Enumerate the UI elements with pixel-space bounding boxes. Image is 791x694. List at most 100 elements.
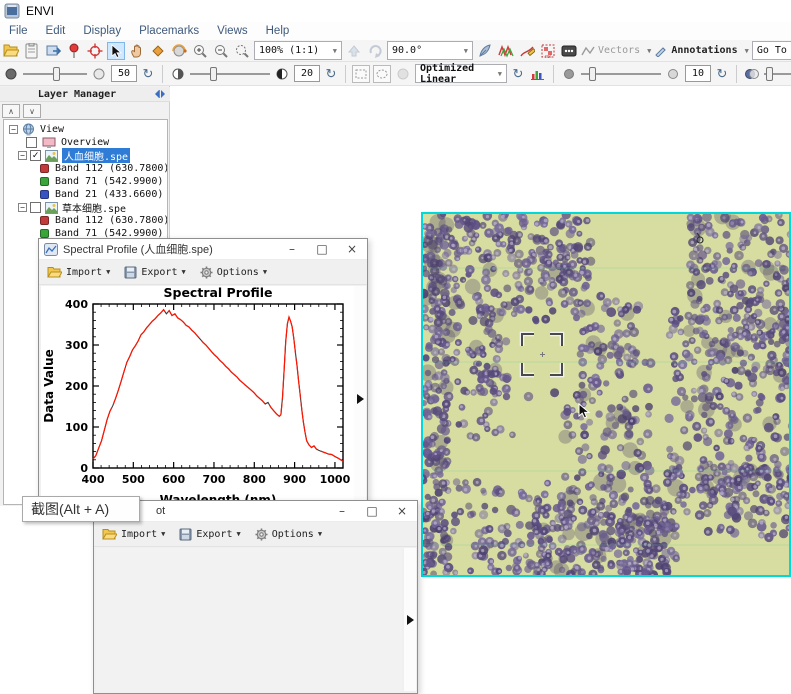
dock-pin-icon[interactable] bbox=[154, 89, 166, 99]
plot-window-titlebar[interactable]: ot – □ × bbox=[94, 501, 417, 522]
green-band-chip-icon bbox=[40, 177, 49, 186]
roi-tool-icon[interactable]: roi bbox=[539, 42, 557, 60]
placemark-pin-icon[interactable] bbox=[65, 42, 83, 60]
orbit-tool-icon[interactable] bbox=[170, 42, 188, 60]
options-menu-button[interactable]: Options▼ bbox=[255, 528, 322, 541]
sharpen-high-icon bbox=[664, 65, 682, 83]
pan-hand-icon[interactable] bbox=[128, 42, 146, 60]
menu-display[interactable]: Display bbox=[74, 25, 130, 37]
vectors-icon bbox=[581, 45, 595, 57]
draw-tool-icon[interactable] bbox=[518, 42, 536, 60]
maximize-button[interactable]: □ bbox=[357, 501, 387, 521]
contrast-slider[interactable] bbox=[190, 66, 270, 82]
sharpen-slider[interactable] bbox=[581, 66, 661, 82]
tree-item-band[interactable]: Band 112 (630.7800) bbox=[40, 214, 168, 227]
chip-view-icon[interactable] bbox=[44, 42, 62, 60]
maximize-button[interactable]: □ bbox=[307, 239, 337, 259]
contrast-reset-icon[interactable]: ↻ bbox=[323, 66, 339, 82]
chevron-down-icon: ▼ bbox=[236, 530, 240, 538]
raster-file-icon bbox=[45, 202, 58, 214]
fly-tool-icon[interactable] bbox=[149, 42, 167, 60]
brightness-input[interactable] bbox=[111, 65, 137, 82]
brightness-slider[interactable] bbox=[23, 66, 87, 82]
image-view-canvas[interactable] bbox=[421, 212, 791, 577]
chevron-down-icon: ▼ bbox=[333, 47, 337, 55]
zoom-level-combobox[interactable]: 100% (1:1)▼ bbox=[254, 41, 342, 60]
sharpen-reset-icon[interactable]: ↻ bbox=[714, 66, 730, 82]
brightness-reset-icon[interactable]: ↻ bbox=[140, 66, 156, 82]
zoom-box-icon[interactable] bbox=[233, 42, 251, 60]
main-toolbar: 100% (1:1)▼ 90.0°▼ roi Vectors▼ Annotati… bbox=[0, 40, 791, 62]
options-menu-button[interactable]: Options▼ bbox=[200, 266, 267, 279]
transparency-slider[interactable] bbox=[764, 66, 791, 82]
file2-checkbox[interactable] bbox=[30, 202, 41, 213]
select-cursor-icon[interactable] bbox=[107, 42, 125, 60]
file1-checkbox[interactable]: ✓ bbox=[30, 150, 41, 161]
tree-item-file2[interactable]: − 草本细胞.spe bbox=[18, 201, 126, 214]
layer-manager-header[interactable]: Layer Manager bbox=[0, 87, 170, 102]
sharpen-input[interactable] bbox=[685, 65, 711, 82]
vectors-dropdown[interactable]: Vectors▼ bbox=[581, 45, 651, 57]
minimize-button[interactable]: – bbox=[277, 239, 307, 259]
data-manager-icon[interactable] bbox=[23, 42, 41, 60]
stretch-reset-icon[interactable]: ↻ bbox=[510, 66, 526, 82]
rotate-up-icon[interactable] bbox=[345, 42, 363, 60]
chevron-down-icon: ▼ bbox=[181, 268, 185, 276]
minimize-button[interactable]: – bbox=[327, 501, 357, 521]
svg-text:700: 700 bbox=[202, 473, 225, 486]
collapse-expander-icon[interactable]: − bbox=[18, 203, 27, 212]
menu-views[interactable]: Views bbox=[208, 25, 256, 37]
collapse-expander-icon[interactable]: − bbox=[18, 151, 27, 160]
plot-params-expander[interactable] bbox=[354, 286, 366, 511]
goto-combobox[interactable]: Go To▼ bbox=[752, 41, 791, 60]
plot-params-expander[interactable] bbox=[404, 548, 416, 691]
view-label: View bbox=[40, 124, 64, 135]
gcp-tool-icon[interactable] bbox=[560, 42, 578, 60]
stretch-ellipse-icon[interactable] bbox=[373, 65, 391, 83]
plot-window: ot – □ × Import▼ Export▼ Options▼ bbox=[93, 500, 418, 694]
band-label: Band 21 (433.6600) bbox=[55, 189, 163, 200]
rotation-combobox[interactable]: 90.0°▼ bbox=[387, 41, 473, 60]
stretch-apply-icon[interactable] bbox=[394, 65, 412, 83]
zoom-out-icon[interactable] bbox=[212, 42, 230, 60]
tree-item-band[interactable]: Band 112 (630.7800) bbox=[40, 162, 168, 175]
tree-item-band[interactable]: Band 71 (542.9900) bbox=[40, 175, 163, 188]
layer-manager-title: Layer Manager bbox=[0, 89, 154, 100]
overview-checkbox[interactable] bbox=[26, 137, 37, 148]
open-file-icon[interactable] bbox=[2, 42, 20, 60]
spectral-profile-chart[interactable]: Spectral Profile400500600700800900100001… bbox=[41, 286, 355, 512]
export-menu-button[interactable]: Export▼ bbox=[124, 266, 185, 279]
contrast-input[interactable] bbox=[294, 65, 320, 82]
raster-file-icon bbox=[45, 150, 58, 162]
import-menu-button[interactable]: Import▼ bbox=[102, 528, 165, 541]
histogram-stretch-icon[interactable] bbox=[529, 65, 547, 83]
menu-placemarks[interactable]: Placemarks bbox=[130, 25, 208, 37]
zoom-in-icon[interactable] bbox=[191, 42, 209, 60]
brightness-high-icon bbox=[90, 65, 108, 83]
menu-edit[interactable]: Edit bbox=[37, 25, 75, 37]
rotate-free-icon[interactable] bbox=[366, 42, 384, 60]
menu-file[interactable]: File bbox=[0, 25, 37, 37]
feather-tool-icon[interactable] bbox=[476, 42, 494, 60]
red-band-chip-icon bbox=[40, 164, 49, 173]
close-button[interactable]: × bbox=[337, 239, 367, 259]
crosshair-icon[interactable] bbox=[86, 42, 104, 60]
tree-item-view[interactable]: − View bbox=[9, 123, 64, 136]
stretch-type-combobox[interactable]: Optimized Linear▼ bbox=[415, 64, 507, 83]
stretch-rect-icon[interactable] bbox=[352, 65, 370, 83]
tree-item-file1[interactable]: − ✓ 人血细胞.spe bbox=[18, 149, 130, 162]
collapse-all-button[interactable]: ∧ bbox=[2, 104, 20, 118]
chevron-down-icon: ▼ bbox=[745, 47, 749, 55]
spectral-line-icon[interactable] bbox=[497, 42, 515, 60]
annotations-dropdown[interactable]: Annotations▼ bbox=[654, 45, 748, 57]
empty-plot-area[interactable] bbox=[96, 548, 402, 691]
export-menu-button[interactable]: Export▼ bbox=[179, 528, 240, 541]
spectral-window-titlebar[interactable]: Spectral Profile (人血细胞.spe) – □ × bbox=[39, 239, 367, 260]
chevron-down-icon: ▼ bbox=[647, 47, 651, 55]
expand-all-button[interactable]: ∨ bbox=[23, 104, 41, 118]
export-disk-icon bbox=[124, 266, 137, 279]
menu-help[interactable]: Help bbox=[257, 25, 299, 37]
collapse-expander-icon[interactable]: − bbox=[9, 125, 18, 134]
import-menu-button[interactable]: Import▼ bbox=[47, 266, 110, 279]
close-button[interactable]: × bbox=[387, 501, 417, 521]
